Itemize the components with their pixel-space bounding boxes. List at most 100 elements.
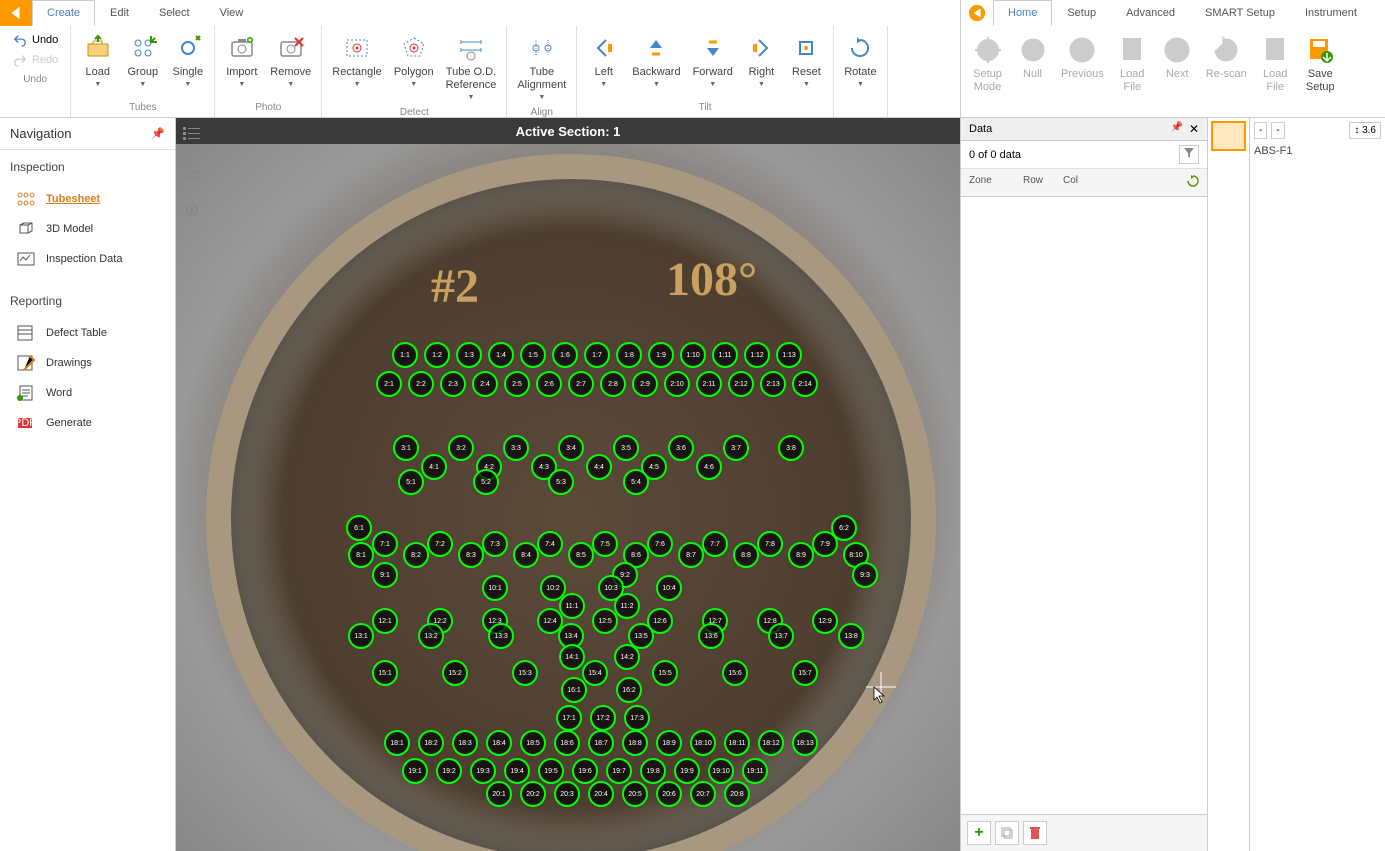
nav-item-tubesheet[interactable]: Tubesheet [10,184,165,214]
backward-button[interactable]: Backward▼ [626,28,686,92]
pin-icon[interactable]: 📌 [1170,122,1182,136]
tube-19-7[interactable]: 19:7 [606,758,632,784]
tube-3-7[interactable]: 3:7 [723,435,749,461]
filter-icon[interactable] [1179,145,1199,164]
loadfile2-button[interactable]: LoadFile [1253,30,1298,113]
tube-8-2[interactable]: 8:2 [403,542,429,568]
tube-14-1[interactable]: 14:1 [559,644,585,670]
tube-7-6[interactable]: 7:6 [647,531,673,557]
tube-10-1[interactable]: 10:1 [482,575,508,601]
menu-tab-edit[interactable]: Edit [95,0,144,26]
inspector-val2[interactable]: - [1271,122,1284,139]
menu-tab-advanced[interactable]: Advanced [1111,0,1190,26]
tube-5-2[interactable]: 5:2 [473,469,499,495]
app-logo-right[interactable] [961,0,993,26]
tube-19-2[interactable]: 19:2 [436,758,462,784]
import-button[interactable]: Import▼ [219,28,264,92]
tube-19-5[interactable]: 19:5 [538,758,564,784]
next-button[interactable]: Next [1155,30,1200,113]
tube-20-6[interactable]: 20:6 [656,781,682,807]
tube-13-3[interactable]: 13:3 [488,623,514,649]
tube-13-6[interactable]: 13:6 [698,623,724,649]
tube-19-4[interactable]: 19:4 [504,758,530,784]
savesetup-button[interactable]: SaveSetup [1298,30,1343,113]
grid-tool-icon[interactable] [182,162,202,182]
tube-14-2[interactable]: 14:2 [614,644,640,670]
tube-2-3[interactable]: 2:3 [440,371,466,397]
tube-3-2[interactable]: 3:2 [448,435,474,461]
tube-6-1[interactable]: 6:1 [346,515,372,541]
tube-7-3[interactable]: 7:3 [482,531,508,557]
tube-7-2[interactable]: 7:2 [427,531,453,557]
copy-button[interactable] [995,821,1019,845]
tube-9-1[interactable]: 9:1 [372,562,398,588]
pin-icon[interactable]: 📌 [151,127,165,140]
tube-10-4[interactable]: 10:4 [656,575,682,601]
tube-2-2[interactable]: 2:2 [408,371,434,397]
tube-15-5[interactable]: 15:5 [652,660,678,686]
tube-8-9[interactable]: 8:9 [788,542,814,568]
tube-15-3[interactable]: 15:3 [512,660,538,686]
group-button[interactable]: Group▼ [120,28,165,92]
tube-1-10[interactable]: 1:10 [680,342,706,368]
tube-18-8[interactable]: 18:8 [622,730,648,756]
tube-20-3[interactable]: 20:3 [554,781,580,807]
tube-16-1[interactable]: 16:1 [561,677,587,703]
tube-15-7[interactable]: 15:7 [792,660,818,686]
nav-item-drawings[interactable]: Drawings [10,348,165,378]
nav-item-word[interactable]: Word [10,378,165,408]
tube-7-1[interactable]: 7:1 [372,531,398,557]
menu-tab-view[interactable]: View [205,0,259,26]
left-button[interactable]: Left▼ [581,28,626,92]
nav-item-inspdata[interactable]: Inspection Data [10,244,165,274]
tube-20-2[interactable]: 20:2 [520,781,546,807]
list-tool-icon[interactable] [182,124,202,144]
tube-1-6[interactable]: 1:6 [552,342,578,368]
tube-20-7[interactable]: 20:7 [690,781,716,807]
inspector-height[interactable]: ↕ 3.6 [1349,122,1381,139]
tube-18-3[interactable]: 18:3 [452,730,478,756]
tube-13-1[interactable]: 13:1 [348,623,374,649]
tube-2-14[interactable]: 2:14 [792,371,818,397]
tube-2-13[interactable]: 2:13 [760,371,786,397]
tube-2-9[interactable]: 2:9 [632,371,658,397]
col-col[interactable]: Col [1055,173,1095,192]
tube-1-2[interactable]: 1:2 [424,342,450,368]
tube-8-5[interactable]: 8:5 [568,542,594,568]
tube-1-5[interactable]: 1:5 [520,342,546,368]
previous-button[interactable]: Previous [1055,30,1110,113]
tube-18-5[interactable]: 18:5 [520,730,546,756]
nav-item-3dmodel[interactable]: 3D Model [10,214,165,244]
tube-20-1[interactable]: 20:1 [486,781,512,807]
tube-13-7[interactable]: 13:7 [768,623,794,649]
tube-19-11[interactable]: 19:11 [742,758,768,784]
tube-4-6[interactable]: 4:6 [696,454,722,480]
tube-18-10[interactable]: 18:10 [690,730,716,756]
load-button[interactable]: Load▼ [75,28,120,92]
menu-tab-create[interactable]: Create [32,0,95,26]
tube-1-11[interactable]: 1:11 [712,342,738,368]
app-logo-left[interactable] [0,0,32,26]
tube-2-1[interactable]: 2:1 [376,371,402,397]
tube-20-5[interactable]: 20:5 [622,781,648,807]
tube-15-6[interactable]: 15:6 [722,660,748,686]
tube-8-1[interactable]: 8:1 [348,542,374,568]
tube-1-1[interactable]: 1:1 [392,342,418,368]
close-icon[interactable]: ✕ [1189,122,1199,136]
tube-12-5[interactable]: 12:5 [592,608,618,634]
redo-button[interactable]: Redo [10,50,60,70]
tube-16-2[interactable]: 16:2 [616,677,642,703]
tube-9-3[interactable]: 9:3 [852,562,878,588]
tube-7-9[interactable]: 7:9 [812,531,838,557]
single-button[interactable]: Single▼ [165,28,210,92]
rescan-button[interactable]: Re-scan [1200,30,1253,113]
tube-17-2[interactable]: 17:2 [590,705,616,731]
tube-1-4[interactable]: 1:4 [488,342,514,368]
tube-19-3[interactable]: 19:3 [470,758,496,784]
undo-button[interactable]: Undo [10,30,60,50]
tube-3-4[interactable]: 3:4 [558,435,584,461]
gear-tool-icon[interactable] [182,200,202,220]
tube-19-8[interactable]: 19:8 [640,758,666,784]
tube-19-10[interactable]: 19:10 [708,758,734,784]
tube-7-4[interactable]: 7:4 [537,531,563,557]
